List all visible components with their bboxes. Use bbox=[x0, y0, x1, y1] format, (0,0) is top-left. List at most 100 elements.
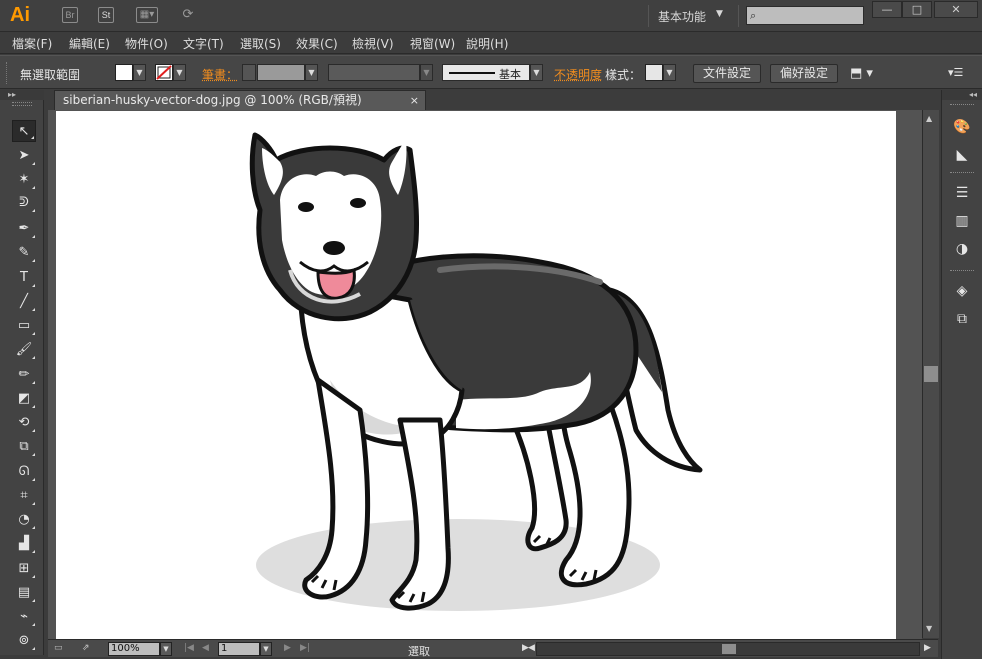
type-tool[interactable]: T bbox=[12, 267, 36, 289]
collapse-panels-icon[interactable]: ◂◂ bbox=[942, 90, 982, 100]
zoom-field[interactable]: 100% bbox=[108, 642, 160, 656]
gradient-tool[interactable]: ▤ bbox=[12, 582, 36, 604]
artboards-panel-icon[interactable]: ⧉ bbox=[951, 308, 973, 330]
menu-window[interactable]: 視窗(W) bbox=[410, 35, 455, 52]
mesh-tool[interactable]: ⊞ bbox=[12, 558, 36, 580]
previous-artboard-icon[interactable]: ◀ bbox=[202, 643, 209, 653]
preferences-button[interactable]: 偏好設定 bbox=[770, 64, 838, 83]
horizontal-scrollbar[interactable] bbox=[536, 642, 920, 656]
chevron-down-icon[interactable]: ▼ bbox=[716, 9, 723, 19]
panel-menu-icon[interactable]: ▾☰ bbox=[948, 66, 963, 79]
warp-tool[interactable]: ᘏ bbox=[12, 461, 36, 483]
menu-object[interactable]: 物件(O) bbox=[125, 35, 168, 52]
close-tab-icon[interactable]: × bbox=[410, 91, 419, 110]
scale-tool[interactable]: ⧉ bbox=[12, 436, 36, 458]
vertical-scrollbar[interactable]: ▲ ▼ bbox=[922, 110, 939, 638]
menu-help[interactable]: 說明(H) bbox=[466, 35, 508, 52]
zoom-dropdown[interactable]: ▼ bbox=[160, 642, 172, 656]
stroke-panel-icon[interactable]: ☰ bbox=[951, 182, 973, 204]
lasso-tool[interactable]: ᕲ bbox=[12, 192, 36, 214]
eyedropper-tool[interactable]: ⌁ bbox=[12, 606, 36, 628]
gpu-preview-icon[interactable]: ▭ bbox=[54, 643, 63, 653]
stroke-weight-field[interactable] bbox=[257, 64, 305, 81]
scroll-right-icon[interactable]: ▶ bbox=[924, 643, 931, 653]
next-artboard-icon[interactable]: ▶ bbox=[284, 643, 291, 653]
menu-view[interactable]: 檢視(V) bbox=[352, 35, 394, 52]
arrange-documents-icon[interactable]: ▦▾ bbox=[136, 7, 158, 23]
maximize-button[interactable]: □ bbox=[902, 1, 932, 18]
brush-dropdown[interactable]: ▼ bbox=[530, 64, 543, 81]
workspace-switcher[interactable]: 基本功能 bbox=[658, 8, 706, 25]
last-artboard-icon[interactable]: ▶| bbox=[300, 643, 310, 653]
panel-grip[interactable] bbox=[950, 172, 974, 175]
fill-swatch[interactable] bbox=[115, 64, 133, 81]
color-guide-icon[interactable]: ◣ bbox=[951, 144, 973, 166]
stock-button[interactable]: St bbox=[98, 7, 114, 23]
line-tool[interactable]: ╱ bbox=[12, 291, 36, 313]
scroll-down-icon[interactable]: ▼ bbox=[926, 624, 936, 633]
artboard[interactable] bbox=[56, 111, 896, 639]
tongue bbox=[316, 267, 356, 300]
document-tab[interactable]: siberian-husky-vector-dog.jpg @ 100% (RG… bbox=[54, 90, 426, 110]
bridge-button[interactable]: Br bbox=[62, 7, 78, 23]
direct-selection-tool[interactable]: ➤ bbox=[12, 145, 36, 167]
opacity-label[interactable]: 不透明度 bbox=[554, 66, 602, 83]
layers-panel-icon[interactable]: ◈ bbox=[951, 280, 973, 302]
scroll-left-icon[interactable]: ◀ bbox=[528, 643, 535, 653]
share-icon[interactable]: ⇗ bbox=[82, 643, 90, 653]
artboard-dropdown[interactable]: ▼ bbox=[260, 642, 272, 656]
free-transform-tool[interactable]: ⌗ bbox=[12, 485, 36, 507]
stroke-weight-spinner[interactable] bbox=[242, 64, 256, 81]
tool-flyout-indicator bbox=[32, 453, 35, 456]
scroll-thumb[interactable] bbox=[722, 644, 736, 654]
husky-artwork[interactable] bbox=[56, 111, 896, 639]
artboard-number-field[interactable]: 1 bbox=[218, 642, 260, 656]
magic-wand-tool[interactable]: ✶ bbox=[12, 169, 36, 191]
graphic-style-swatch[interactable] bbox=[645, 64, 663, 81]
arrange-icon[interactable]: ⬒ ▾ bbox=[850, 66, 873, 81]
menu-edit[interactable]: 編輯(E) bbox=[69, 35, 110, 52]
shape-builder-tool[interactable]: ◔ bbox=[12, 509, 36, 531]
document-setup-button[interactable]: 文件設定 bbox=[693, 64, 761, 83]
pencil-tool[interactable]: ✏ bbox=[12, 364, 36, 386]
close-button[interactable]: ✕ bbox=[934, 1, 978, 18]
gpu-performance-icon[interactable]: ⟳ bbox=[180, 7, 196, 23]
collapse-tools-icon[interactable]: ▸▸ bbox=[0, 90, 44, 100]
scroll-up-icon[interactable]: ▲ bbox=[926, 114, 936, 123]
stroke-weight-label[interactable]: 筆畫： bbox=[202, 66, 238, 83]
panel-grip[interactable] bbox=[950, 270, 974, 273]
panel-grip[interactable] bbox=[12, 102, 32, 106]
minimize-button[interactable]: — bbox=[872, 1, 902, 18]
curvature-tool[interactable]: ✎ bbox=[12, 242, 36, 264]
graphic-style-dropdown[interactable]: ▼ bbox=[663, 64, 676, 81]
tool-flyout-indicator bbox=[32, 550, 35, 553]
selection-tool[interactable]: ↖ bbox=[12, 120, 36, 142]
fill-dropdown[interactable]: ▼ bbox=[133, 64, 146, 81]
brush-definition[interactable]: 基本 bbox=[442, 64, 530, 81]
stroke-dropdown[interactable]: ▼ bbox=[173, 64, 186, 81]
rectangle-tool[interactable]: ▭ bbox=[12, 315, 36, 337]
menu-select[interactable]: 選取(S) bbox=[240, 35, 281, 52]
stroke-weight-dropdown[interactable]: ▼ bbox=[305, 64, 318, 81]
gradient-panel-icon[interactable]: ▥ bbox=[951, 210, 973, 232]
transparency-panel-icon[interactable]: ◑ bbox=[951, 238, 973, 260]
profile-dropdown[interactable]: ▼ bbox=[420, 64, 433, 81]
color-panel-icon[interactable]: 🎨 bbox=[951, 116, 973, 138]
eraser-tool[interactable]: ◩ bbox=[12, 388, 36, 410]
panel-grip[interactable] bbox=[6, 62, 9, 84]
scroll-thumb[interactable] bbox=[924, 366, 938, 382]
panel-grip[interactable] bbox=[950, 104, 974, 107]
menu-effect[interactable]: 效果(C) bbox=[296, 35, 338, 52]
blend-tool[interactable]: ⊚ bbox=[12, 630, 36, 652]
stroke-swatch[interactable] bbox=[155, 64, 173, 81]
search-input[interactable]: ⌕ bbox=[746, 6, 864, 25]
graph-tool[interactable]: ▟ bbox=[12, 533, 36, 555]
paintbrush-tool[interactable]: 🖌 bbox=[12, 339, 36, 361]
pen-tool[interactable]: ✒ bbox=[12, 218, 36, 240]
menu-type[interactable]: 文字(T) bbox=[183, 35, 224, 52]
rotate-tool[interactable]: ⟲ bbox=[12, 412, 36, 434]
control-bar: 無選取範圍 ▼ ▼ 筆畫： ▼ ▼ 基本 ▼ 不透明度 樣式： ▼ 文件設定 偏… bbox=[0, 55, 982, 89]
first-artboard-icon[interactable]: |◀ bbox=[184, 643, 194, 653]
menu-file[interactable]: 檔案(F) bbox=[12, 35, 52, 52]
variable-width-profile[interactable] bbox=[328, 64, 420, 81]
